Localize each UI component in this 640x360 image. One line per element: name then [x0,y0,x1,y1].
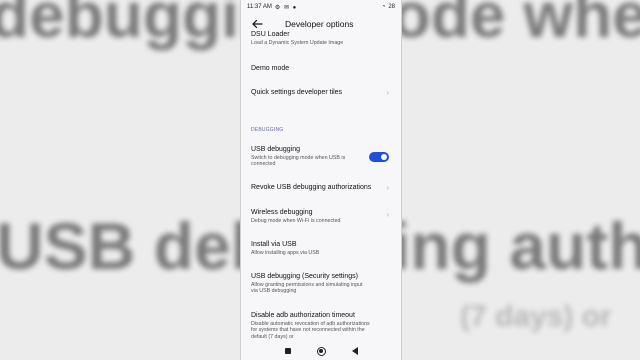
item-title: Disable adb authorization timeout [251,312,355,319]
home-button[interactable] [316,346,326,356]
list-item-quick-settings-tiles[interactable]: Quick settings developer tiles › [251,88,391,97]
item-title: Quick settings developer tiles [251,89,343,96]
phone-screen: 11:37 AM ⚙ ✉ ● ◔ 28 Developer options DS… [241,0,401,360]
chevron-right-icon: › [386,88,389,97]
list-item-disable-adb-timeout[interactable]: Disable adb authorization timeout Disabl… [251,311,391,340]
back-button[interactable] [351,347,358,355]
item-title: Wireless debugging [251,209,313,216]
item-subtitle: Switch to debugging mode when USB is con… [251,155,346,168]
usb-debugging-toggle[interactable] [369,152,389,162]
item-title: USB debugging (Security settings) [251,273,358,280]
list-item-wireless-debugging[interactable]: Wireless debugging Debug mode when Wi-Fi… [251,208,391,224]
item-subtitle: Load a Dynamic System Update Image [251,40,344,46]
background-text-bottom: (7 days) or [460,300,612,333]
list-item-demo-mode[interactable]: Demo mode [251,64,391,73]
list-item-usb-debugging-security[interactable]: USB debugging (Security settings) Allow … [251,272,391,295]
item-subtitle: Debug mode when Wi-Fi is connected [251,218,341,224]
wifi-icon: ◔ [381,4,386,10]
status-right: ◔ 28 [382,4,395,10]
status-time: 11:37 AM [247,4,272,10]
notification-icons: ⚙ ✉ ● [274,4,298,11]
chevron-right-icon: › [386,210,389,219]
item-subtitle: Allow granting permissions and simulatin… [251,282,363,295]
page-title: Developer options [285,19,354,29]
list-item-install-via-usb[interactable]: Install via USB Allow installing apps vi… [251,240,391,256]
section-header-debugging: DEBUGGING [251,127,284,133]
item-title: Demo mode [251,65,290,72]
list-item-revoke-authorizations[interactable]: Revoke USB debugging authorizations › [251,183,391,192]
navigation-bar [241,342,401,360]
item-subtitle: Allow installing apps via USB [251,250,320,256]
chevron-right-icon: › [386,183,389,192]
item-subtitle: Disable automatic revocation of adb auth… [251,321,370,340]
item-title: Install via USB [251,241,297,248]
list-item-usb-debugging[interactable]: USB debugging Switch to debugging mode w… [251,145,391,168]
battery-level: 28 [388,4,395,10]
item-title: DSU Loader [251,31,290,38]
list-item-dsu-loader[interactable]: DSU Loader Load a Dynamic System Update … [251,30,391,46]
status-bar: 11:37 AM ⚙ ✉ ● ◔ 28 [241,0,401,14]
recents-button[interactable] [284,348,291,354]
item-title: Revoke USB debugging authorizations [251,184,372,191]
back-arrow-icon[interactable] [251,18,263,30]
